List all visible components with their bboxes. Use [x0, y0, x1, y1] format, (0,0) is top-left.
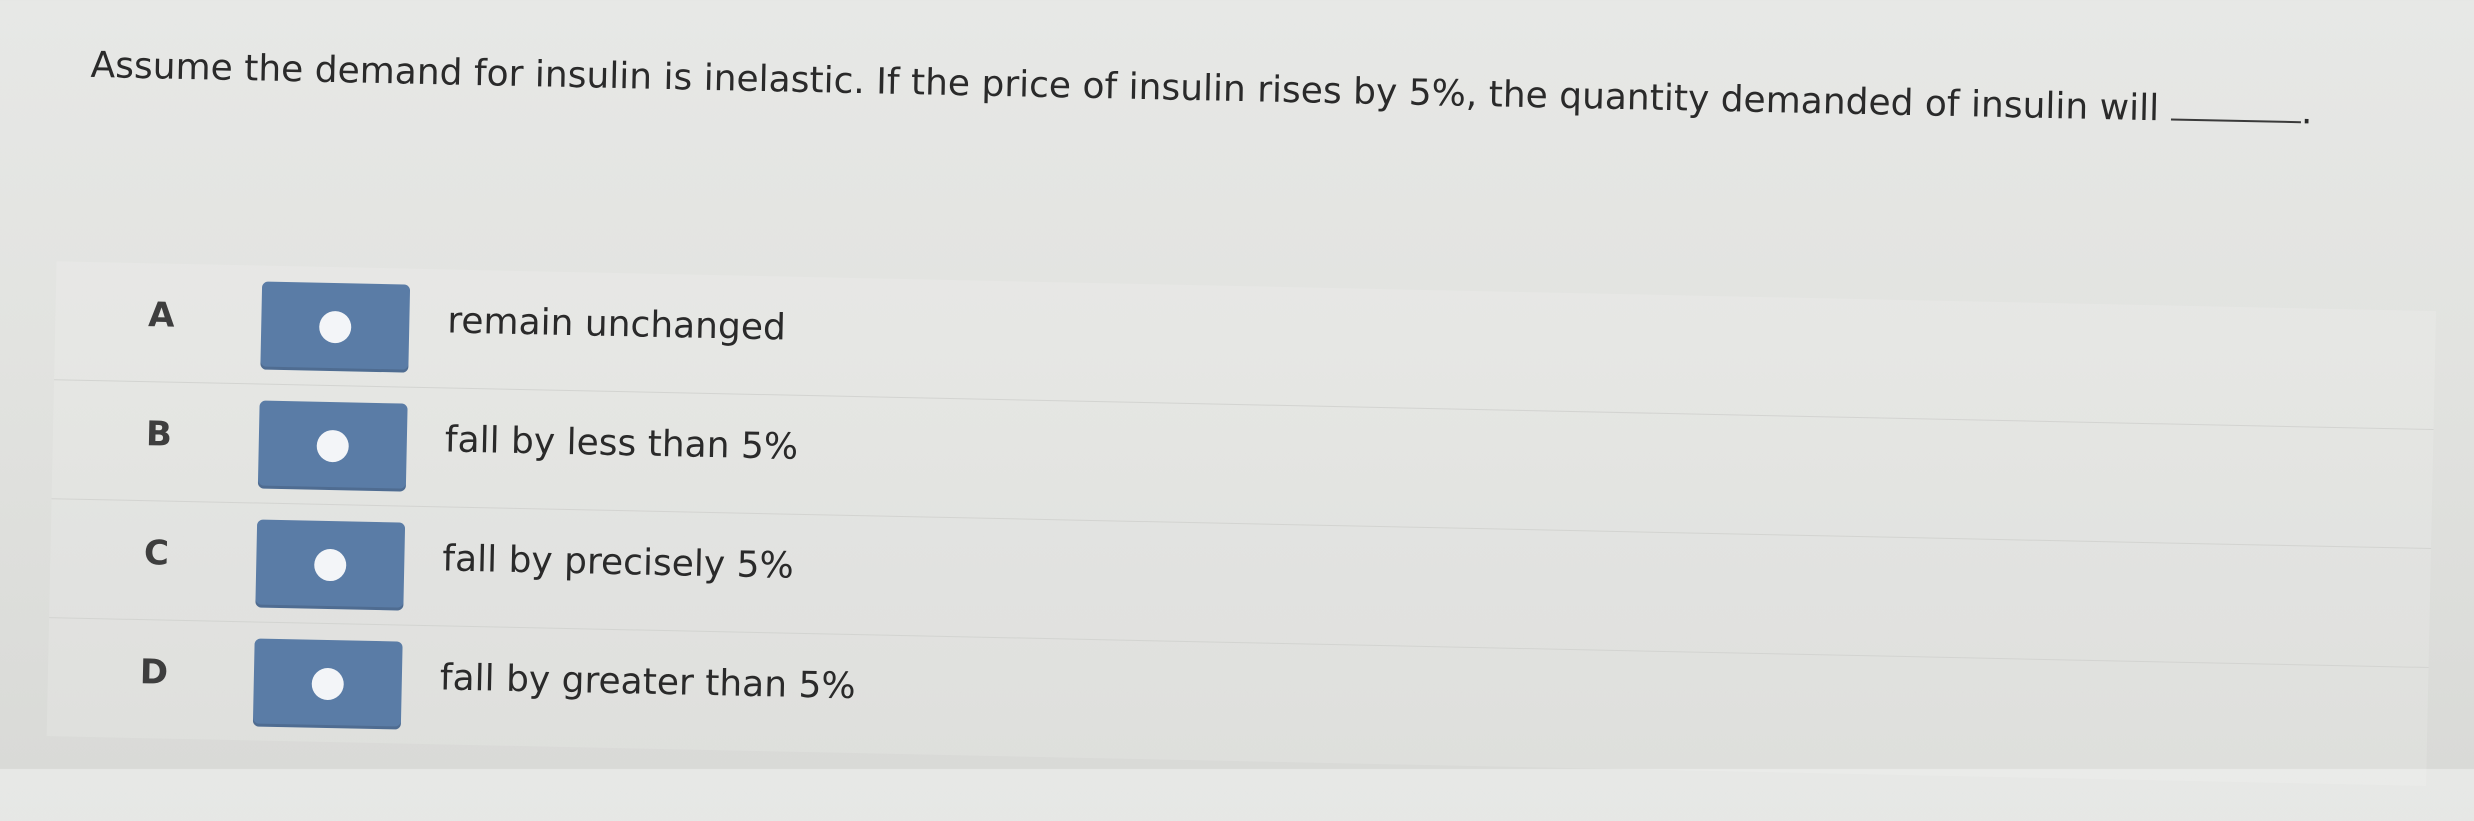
- option-b-radio-button[interactable]: [257, 400, 408, 492]
- question-period: .: [2300, 91, 2313, 133]
- question-card: Assume the demand for insulin is inelast…: [0, 0, 2473, 821]
- option-a-text: remain unchanged: [446, 300, 787, 349]
- answer-blank: [2170, 88, 2302, 124]
- option-a-radio-button[interactable]: [260, 281, 411, 373]
- radio-circle-icon: [316, 429, 350, 463]
- option-c-letter: C: [143, 533, 170, 574]
- option-d-letter: D: [139, 652, 169, 693]
- option-b-letter: B: [145, 414, 173, 455]
- option-b-text: fall by less than 5%: [444, 419, 799, 468]
- radio-circle-icon: [313, 548, 347, 582]
- question-text: Assume the demand for insulin is inelast…: [90, 44, 2160, 130]
- radio-circle-icon: [318, 310, 352, 344]
- option-c-radio-button[interactable]: [255, 519, 406, 611]
- option-d-radio-button[interactable]: [252, 638, 403, 730]
- option-d-text: fall by greater than 5%: [439, 657, 856, 708]
- question-prompt: Assume the demand for insulin is inelast…: [90, 42, 2470, 140]
- radio-circle-icon: [311, 667, 345, 701]
- option-a-letter: A: [147, 295, 176, 336]
- answer-options: A remain unchanged B fall by less than 5…: [46, 261, 2437, 786]
- option-c-text: fall by precisely 5%: [441, 538, 795, 587]
